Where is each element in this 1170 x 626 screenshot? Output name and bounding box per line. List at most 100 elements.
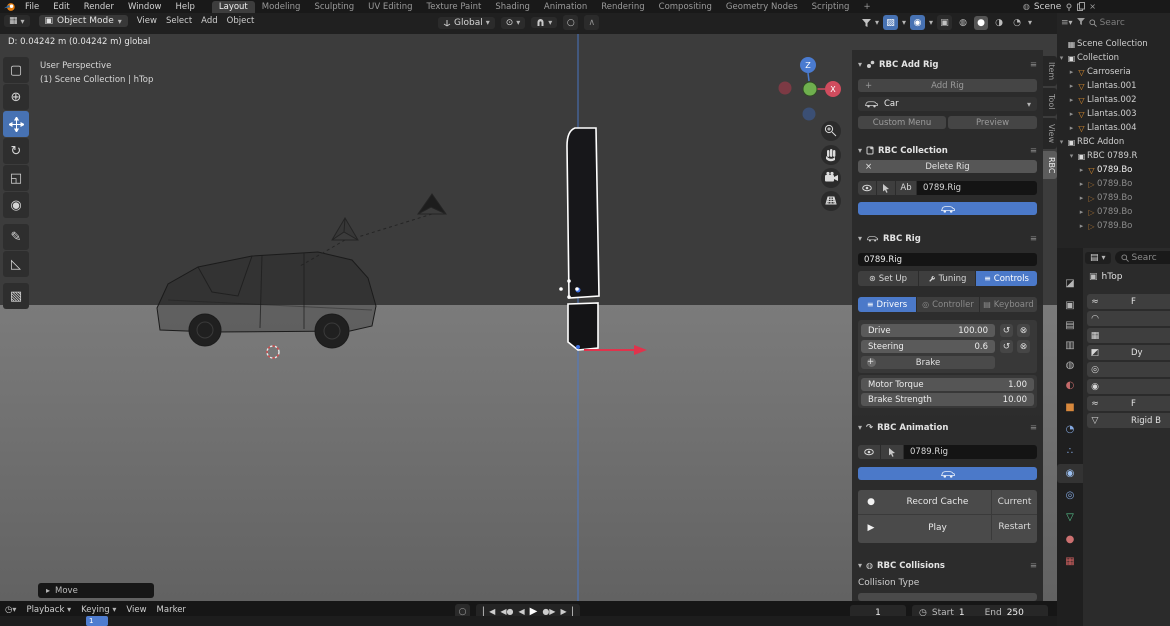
shading-rendered-button[interactable]: ◔ xyxy=(1010,16,1024,30)
workspace-tab-texture-paint[interactable]: Texture Paint xyxy=(420,1,489,13)
panel-menu-icon[interactable]: ≡ xyxy=(1030,423,1037,433)
visibility-toggle[interactable] xyxy=(858,181,877,195)
tab-texture[interactable]: ▦ xyxy=(1057,552,1083,571)
physics-ocean-button[interactable]: ≈F xyxy=(1087,396,1170,411)
workspace-tab-rendering[interactable]: Rendering xyxy=(594,1,651,13)
section-rbc-collisions[interactable]: ▾ ◍ RBC Collisions ≡ xyxy=(858,558,1037,573)
new-scene-icon[interactable] xyxy=(1077,2,1085,11)
motor-torque-slider[interactable]: Motor Torque1.00 xyxy=(861,378,1034,391)
jump-to-start-button[interactable]: ▏◀ xyxy=(483,607,495,616)
record-cache-button[interactable]: ● Record Cache Current xyxy=(858,490,1037,515)
tab-tuning[interactable]: Tuning xyxy=(919,271,976,286)
cursor-tool[interactable]: ⊕ xyxy=(3,84,29,110)
outliner-row-llantas-003[interactable]: ▸▽Llantas.003 xyxy=(1057,107,1170,121)
physics-fluid-button[interactable]: ◉ xyxy=(1087,379,1170,394)
shading-solid-button[interactable]: ● xyxy=(974,16,988,30)
pivot-point-dropdown[interactable]: ⊙ ▾ xyxy=(501,17,526,29)
timeline-ruler[interactable]: 1 xyxy=(0,616,1057,626)
rig-name-field[interactable]: 0789.Rig xyxy=(917,181,1037,195)
menu-viewport-object[interactable]: Object xyxy=(227,16,255,26)
render-pass-button[interactable]: ▣ xyxy=(937,15,952,30)
editor-type-button[interactable]: ▦ ▾ xyxy=(4,15,30,27)
display-mode-dropdown[interactable]: ≡▾ xyxy=(1061,18,1073,28)
workspace-tab-scripting[interactable]: Scripting xyxy=(805,1,857,13)
steering-reset-button[interactable]: ↺ xyxy=(1000,340,1013,353)
tab-scene[interactable]: ◍ xyxy=(1057,356,1083,375)
tab-output[interactable]: ▤ xyxy=(1057,316,1083,335)
panel-menu-icon[interactable]: ≡ xyxy=(1030,561,1037,571)
anim-select-rig-button[interactable] xyxy=(858,467,1037,480)
rotate-tool[interactable]: ↻ xyxy=(3,138,29,164)
overlays-toggle[interactable]: ◉ xyxy=(910,15,925,30)
transform-tool[interactable]: ◉ xyxy=(3,192,29,218)
properties-editor-type-button[interactable]: ▤ ▾ xyxy=(1085,252,1111,264)
delete-rig-button[interactable]: × Delete Rig xyxy=(858,160,1037,173)
tab-tool[interactable]: ◪ xyxy=(1057,274,1083,293)
section-rbc-rig[interactable]: ▾ RBC Rig ≡ xyxy=(858,231,1037,246)
custom-menu-button[interactable]: Custom Menu xyxy=(858,116,946,129)
mode-dropdown[interactable]: ▣ Object Mode ▾ xyxy=(39,15,128,27)
move-tool[interactable] xyxy=(3,111,29,137)
outliner-row-llantas-001[interactable]: ▸▽Llantas.001 xyxy=(1057,79,1170,93)
workspace-tab-animation[interactable]: Animation xyxy=(537,1,594,13)
selected-object[interactable] xyxy=(567,128,599,350)
pin-icon[interactable] xyxy=(1065,3,1073,11)
filter-dropdown[interactable] xyxy=(1077,18,1085,28)
tab-controls[interactable]: ≡Controls xyxy=(976,271,1037,286)
menu-edit[interactable]: Edit xyxy=(46,2,76,12)
properties-search-input[interactable]: Searc xyxy=(1115,251,1170,264)
jump-to-end-button[interactable]: ▶▕ xyxy=(560,607,572,616)
panel-menu-icon[interactable]: ≡ xyxy=(1030,146,1037,156)
record-current-button[interactable]: Current xyxy=(991,490,1037,515)
brake-button[interactable]: + Brake xyxy=(861,356,995,369)
workspace-tab-layout[interactable]: Layout xyxy=(212,1,255,13)
collision-type-row-clipped[interactable] xyxy=(858,593,1037,601)
tab-set-up[interactable]: ⊛Set Up xyxy=(858,271,919,286)
workspace-tab-shading[interactable]: Shading xyxy=(488,1,537,13)
sidebar-tab-rbc[interactable]: RBC xyxy=(1043,151,1057,180)
physics-soft-body-button[interactable]: ◎ xyxy=(1087,362,1170,377)
sidebar-tab-view[interactable]: View xyxy=(1043,118,1057,149)
measure-tool[interactable]: ◺ xyxy=(3,251,29,277)
workspace-tab-modeling[interactable]: Modeling xyxy=(255,1,308,13)
sidebar-tab-tool[interactable]: Tool xyxy=(1043,88,1057,116)
falloff-icon[interactable]: ∧ xyxy=(584,15,599,30)
playhead[interactable]: 1 xyxy=(86,616,108,626)
transform-orientation-dropdown[interactable]: Global ▾ xyxy=(438,17,495,29)
menu-render[interactable]: Render xyxy=(77,2,121,12)
section-rbc-animation[interactable]: ▾ ↷ RBC Animation ≡ xyxy=(858,420,1037,435)
physics-cloth-button[interactable]: ▦ xyxy=(1087,328,1170,343)
visibility-toggle[interactable] xyxy=(858,445,881,459)
physics-collision-button[interactable]: ◠ xyxy=(1087,311,1170,326)
drive-slider[interactable]: Drive100.00 xyxy=(861,324,995,337)
outliner-row-0789-item[interactable]: ▸▷0789.Bo xyxy=(1057,191,1170,205)
workspace-tab-compositing[interactable]: Compositing xyxy=(652,1,719,13)
tab-object-data[interactable]: ▽ xyxy=(1057,508,1083,527)
tab-drivers[interactable]: ≡Drivers xyxy=(858,297,917,312)
menu-viewport-view[interactable]: View xyxy=(137,16,157,26)
play-button[interactable]: ▶ Play Restart xyxy=(858,515,1037,540)
brake-strength-slider[interactable]: Brake Strength10.00 xyxy=(861,393,1034,406)
outliner-row-llantas-004[interactable]: ▸▽Llantas.004 xyxy=(1057,121,1170,135)
unlink-scene-icon[interactable]: × xyxy=(1089,2,1096,11)
outliner-row-0789-body[interactable]: ▸▽0789.Bo xyxy=(1057,163,1170,177)
menu-window[interactable]: Window xyxy=(121,2,169,12)
add-rig-button[interactable]: + Add Rig xyxy=(858,79,1037,92)
next-keyframe-button[interactable]: ●▶ xyxy=(542,607,555,616)
selectability-toggle[interactable] xyxy=(881,445,904,459)
menu-help[interactable]: Help xyxy=(168,2,201,12)
rename-toggle[interactable]: Ab xyxy=(896,181,917,195)
proportional-editing-toggle[interactable]: ○ xyxy=(563,15,578,30)
annotate-tool[interactable]: ✎ xyxy=(3,224,29,250)
selectability-toggle[interactable] xyxy=(877,181,896,195)
xray-toggle[interactable]: ▨ xyxy=(883,15,898,30)
outliner-row-llantas-002[interactable]: ▸▽Llantas.002 xyxy=(1057,93,1170,107)
anim-rig-name-field[interactable]: 0789.Rig xyxy=(904,445,1037,459)
gizmo-center[interactable] xyxy=(803,82,817,96)
timeline-editor-type-button[interactable]: ◷▾ xyxy=(5,605,16,615)
operator-panel[interactable]: ▸ Move xyxy=(38,583,154,598)
outliner-row-rbc-addon[interactable]: ▾▣RBC Addon xyxy=(1057,135,1170,149)
outliner-row-0789-item[interactable]: ▸▷0789.Bo xyxy=(1057,177,1170,191)
menu-marker[interactable]: Marker xyxy=(157,605,186,615)
rig-name-field[interactable]: 0789.Rig xyxy=(858,253,1037,266)
